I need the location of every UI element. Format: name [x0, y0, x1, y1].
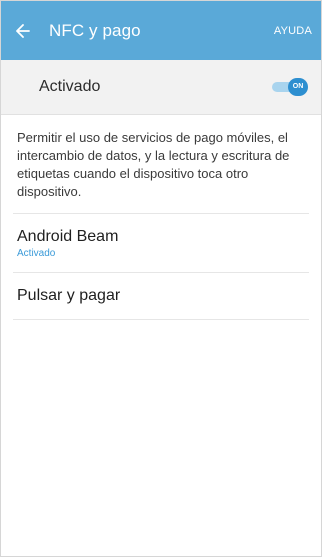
divider: [13, 319, 309, 320]
page-title: NFC y pago: [49, 20, 141, 40]
nfc-settings-screen: NFC y pago AYUDA Activado ON Permitir el…: [0, 0, 322, 557]
app-bar: NFC y pago AYUDA: [1, 1, 321, 60]
back-button[interactable]: [16, 19, 38, 43]
nfc-description: Permitir el uso de servicios de pago móv…: [17, 130, 290, 199]
help-button[interactable]: AYUDA: [274, 25, 312, 37]
list-item-title: Pulsar y pagar: [17, 287, 121, 304]
list-item-android-beam[interactable]: Android Beam Activado: [1, 214, 321, 272]
master-switch-label: Activado: [39, 78, 101, 95]
master-switch-row[interactable]: Activado ON: [1, 60, 321, 115]
list-item-status: Activado: [17, 247, 56, 259]
nfc-toggle[interactable]: ON: [272, 78, 308, 96]
toggle-thumb: ON: [288, 78, 308, 96]
list-item-title: Android Beam: [17, 227, 119, 245]
list-item-tap-and-pay[interactable]: Pulsar y pagar: [1, 273, 321, 319]
arrow-left-icon: [16, 23, 30, 38]
